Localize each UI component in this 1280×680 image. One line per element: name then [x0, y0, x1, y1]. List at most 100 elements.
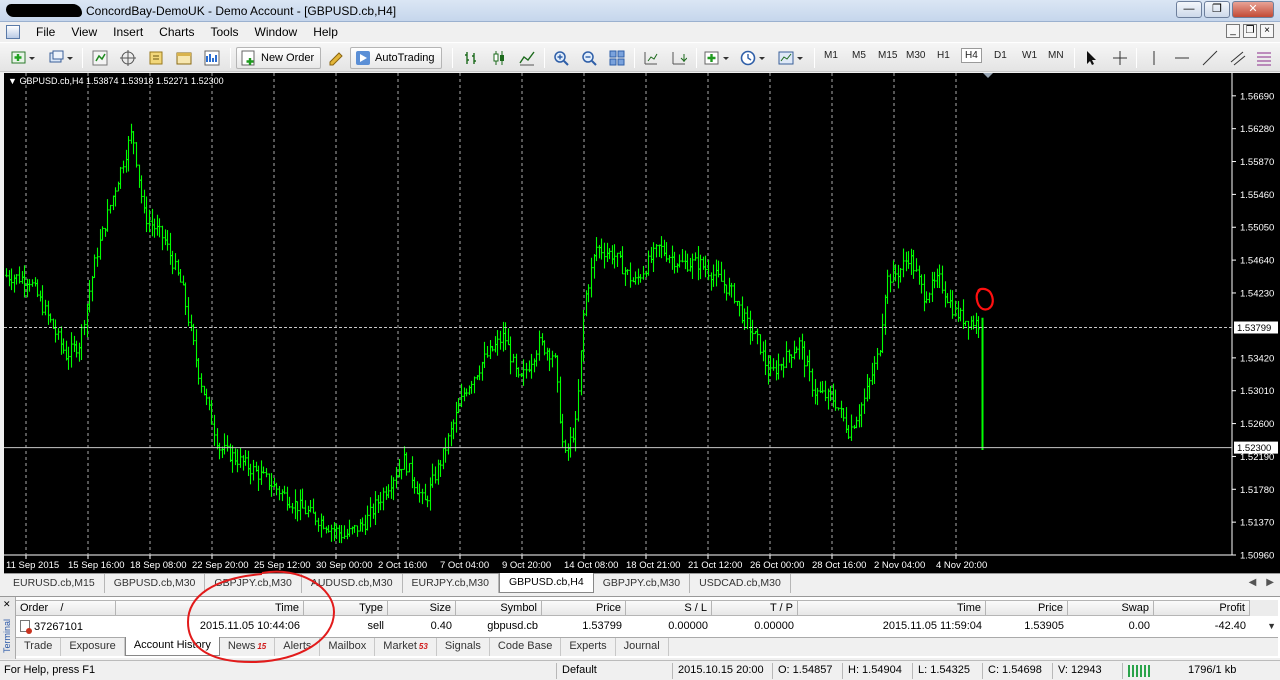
market-watch-icon[interactable] [90, 47, 110, 69]
row-profit: -42.40 [1214, 620, 1246, 632]
menu-charts[interactable]: Charts [151, 25, 202, 39]
col-swap[interactable]: Swap [1068, 600, 1154, 616]
candlestick-icon[interactable] [488, 47, 510, 69]
connection-bars-icon[interactable] [1128, 665, 1150, 677]
col-sl[interactable]: S / L [626, 600, 712, 616]
terminal-icon[interactable] [174, 47, 194, 69]
price-chart[interactable]: 11 Sep 2015 15 Sep 16:00 18 Sep 08:00 22 Se… [4, 73, 1280, 573]
timeframe-m15-button[interactable]: M15 [878, 50, 897, 61]
chart-tab-gbpusd-h4[interactable]: GBPUSD.cb,H4 [498, 573, 594, 593]
horizontal-line-icon[interactable] [1172, 47, 1192, 69]
tab-scroll-left-icon[interactable]: ◀ [1249, 577, 1257, 588]
menu-window[interactable]: Window [247, 25, 306, 39]
templates-icon[interactable] [776, 47, 806, 69]
equidistant-channel-icon[interactable] [1228, 47, 1248, 69]
tab-market[interactable]: Market 53 [375, 638, 437, 656]
new-chart-icon[interactable] [8, 47, 38, 69]
redacted-scribble [6, 4, 82, 17]
timeframe-w1-button[interactable]: W1 [1022, 50, 1037, 61]
zoom-out-icon[interactable] [578, 47, 600, 69]
menu-file[interactable]: File [28, 25, 63, 39]
tab-news[interactable]: News 15 [220, 638, 276, 656]
timeframe-m5-button[interactable]: M5 [852, 50, 866, 61]
tab-experts[interactable]: Experts [561, 638, 616, 656]
new-order-button[interactable]: New Order [236, 47, 322, 69]
chart-collapse-icon[interactable]: ▼ [8, 76, 17, 86]
col-open-time[interactable]: Time [116, 600, 304, 616]
timeframe-h4-button[interactable]: H4 [961, 48, 982, 63]
tab-exposure[interactable]: Exposure [61, 638, 125, 656]
col-close-price[interactable]: Price [986, 600, 1068, 616]
col-tp[interactable]: T / P [712, 600, 798, 616]
terminal-close-icon[interactable]: ✕ [3, 599, 11, 610]
tab-journal[interactable]: Journal [616, 638, 669, 656]
minimize-button[interactable]: — [1176, 1, 1202, 18]
periods-clock-icon[interactable] [738, 47, 768, 69]
col-symbol[interactable]: Symbol [456, 600, 542, 616]
chart-tab-eurusd-m15[interactable]: EURUSD.cb,M15 [4, 574, 105, 593]
navigator-icon[interactable] [146, 47, 166, 69]
autoscroll-icon[interactable] [668, 47, 690, 69]
indicators-icon[interactable] [702, 47, 732, 69]
timeframe-m30-button[interactable]: M30 [906, 50, 925, 61]
mdi-restore-button[interactable]: ❐ [1243, 24, 1257, 38]
timeframe-mn-button[interactable]: MN [1048, 50, 1064, 61]
chart-tab-usdcad-m30[interactable]: USDCAD.cb,M30 [690, 574, 791, 593]
autotrading-button[interactable]: AutoTrading [350, 47, 442, 69]
cursor-icon[interactable] [1082, 47, 1102, 69]
tab-mailbox[interactable]: Mailbox [320, 638, 376, 656]
tab-alerts[interactable]: Alerts [275, 638, 321, 656]
status-datetime: 2015.10.15 20:00 [678, 664, 764, 676]
line-chart-icon[interactable] [516, 47, 538, 69]
history-row[interactable]: 37267101 2015.11.05 10:44:06 sell 0.40 g… [16, 618, 1278, 635]
timeframe-d1-button[interactable]: D1 [994, 50, 1007, 61]
bar-chart-icon[interactable] [460, 47, 482, 69]
crosshair-move-icon[interactable] [118, 47, 138, 69]
col-close-time[interactable]: Time [798, 600, 986, 616]
col-profit[interactable]: Profit [1154, 600, 1250, 616]
tab-scroll-right-icon[interactable]: ▶ [1266, 577, 1274, 588]
price-label: 1.56690 [1240, 91, 1274, 102]
chart-tab-audusd-m30[interactable]: AUDUSD.cb,M30 [302, 574, 403, 593]
crosshair-icon[interactable] [1110, 47, 1130, 69]
col-price[interactable]: Price [542, 600, 626, 616]
tab-account-history[interactable]: Account History [124, 637, 220, 656]
chart-canvas[interactable]: 11 Sep 2015 15 Sep 16:00 18 Sep 08:00 22 Se… [4, 73, 1280, 573]
tab-signals[interactable]: Signals [437, 638, 490, 656]
col-type[interactable]: Type [304, 600, 388, 616]
restore-button[interactable]: ❐ [1204, 1, 1230, 18]
trendline-icon[interactable] [1200, 47, 1220, 69]
status-profile[interactable]: Default [562, 664, 597, 676]
chart-tab-gbpjpy-m30-2[interactable]: GBPJPY.cb,M30 [594, 574, 691, 593]
chart-tab-eurjpy-m30[interactable]: EURJPY.cb,M30 [403, 574, 499, 593]
mdi-close-button[interactable]: × [1260, 24, 1274, 38]
timeframe-h1-button[interactable]: H1 [937, 50, 950, 61]
chart-tab-gbpjpy-m30[interactable]: GBPJPY.cb,M30 [205, 574, 302, 593]
time-label: 18 Sep 08:00 [130, 560, 187, 571]
timeframe-m1-button[interactable]: M1 [824, 50, 838, 61]
metaeditor-icon[interactable] [326, 47, 346, 69]
zoom-in-icon[interactable] [550, 47, 572, 69]
tester-icon[interactable] [202, 47, 222, 69]
close-button[interactable]: ✕ [1232, 1, 1274, 18]
tab-code-base[interactable]: Code Base [490, 638, 562, 656]
tab-trade[interactable]: Trade [16, 638, 62, 656]
col-order[interactable]: Order / [16, 600, 116, 616]
menu-tools[interactable]: Tools [203, 25, 247, 39]
new-order-icon [241, 50, 255, 66]
fibonacci-icon[interactable] [1254, 47, 1274, 69]
col-size[interactable]: Size [388, 600, 456, 616]
news-count-badge: 15 [257, 642, 267, 651]
history-table-header: Order / Time Type Size Symbol Price S / … [16, 600, 1278, 616]
vertical-line-icon[interactable] [1144, 47, 1164, 69]
mdi-minimize-button[interactable]: _ [1226, 24, 1240, 38]
menu-help[interactable]: Help [305, 25, 346, 39]
tile-windows-icon[interactable] [606, 47, 628, 69]
chart-tab-gbpusd-m30[interactable]: GBPUSD.cb,M30 [105, 574, 206, 593]
chart-shift-icon[interactable] [640, 47, 662, 69]
menu-insert[interactable]: Insert [105, 25, 151, 39]
menu-view[interactable]: View [63, 25, 105, 39]
table-scroll-down-icon[interactable]: ▼ [1267, 621, 1276, 631]
app-icon[interactable] [6, 25, 20, 39]
profiles-icon[interactable] [46, 47, 76, 69]
